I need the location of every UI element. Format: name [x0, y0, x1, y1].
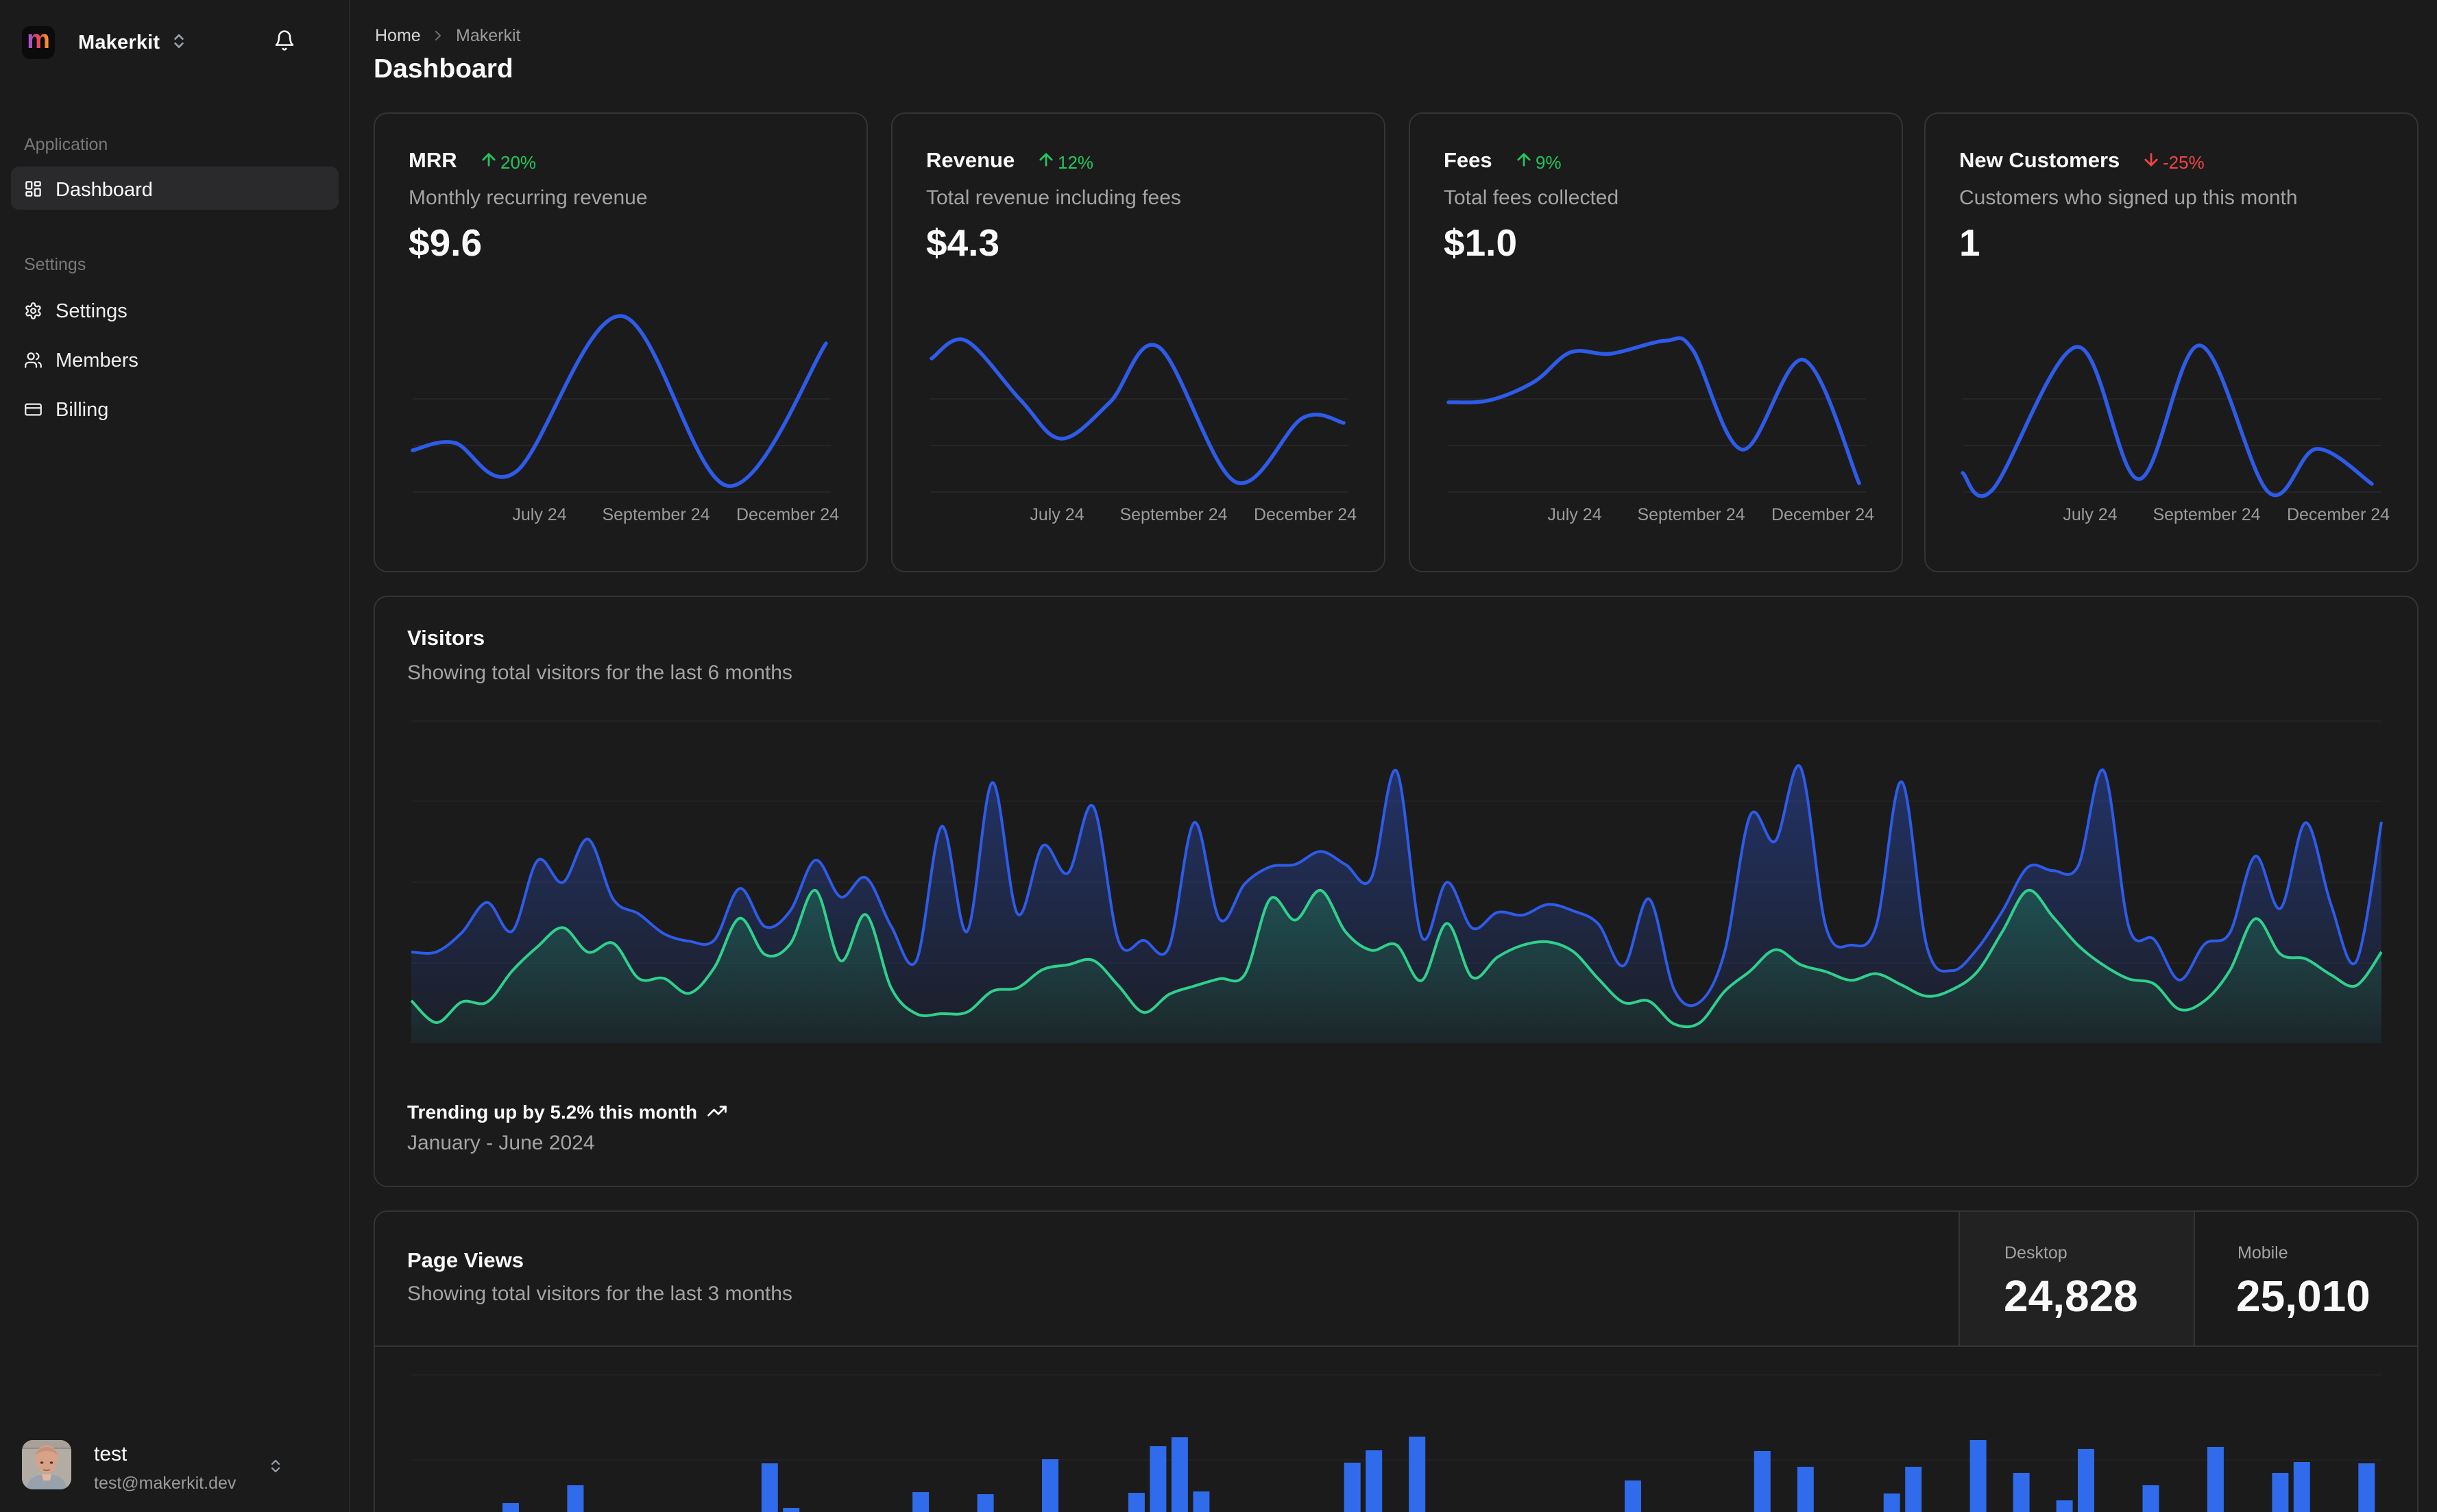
svg-text:December 24: December 24	[1771, 505, 1874, 524]
svg-text:July 24: July 24	[512, 505, 566, 524]
svg-text:December 24: December 24	[736, 505, 839, 524]
svg-text:July 24: July 24	[1030, 505, 1084, 524]
svg-text:September 24: September 24	[1637, 505, 1745, 524]
svg-text:September 24: September 24	[602, 505, 710, 524]
svg-text:September 24: September 24	[2153, 505, 2260, 524]
svg-text:September 24: September 24	[1119, 505, 1227, 524]
svg-text:December 24: December 24	[2287, 505, 2390, 524]
svg-text:July 24: July 24	[2063, 505, 2117, 524]
svg-text:July 24: July 24	[1547, 505, 1601, 524]
svg-text:December 24: December 24	[1254, 505, 1357, 524]
